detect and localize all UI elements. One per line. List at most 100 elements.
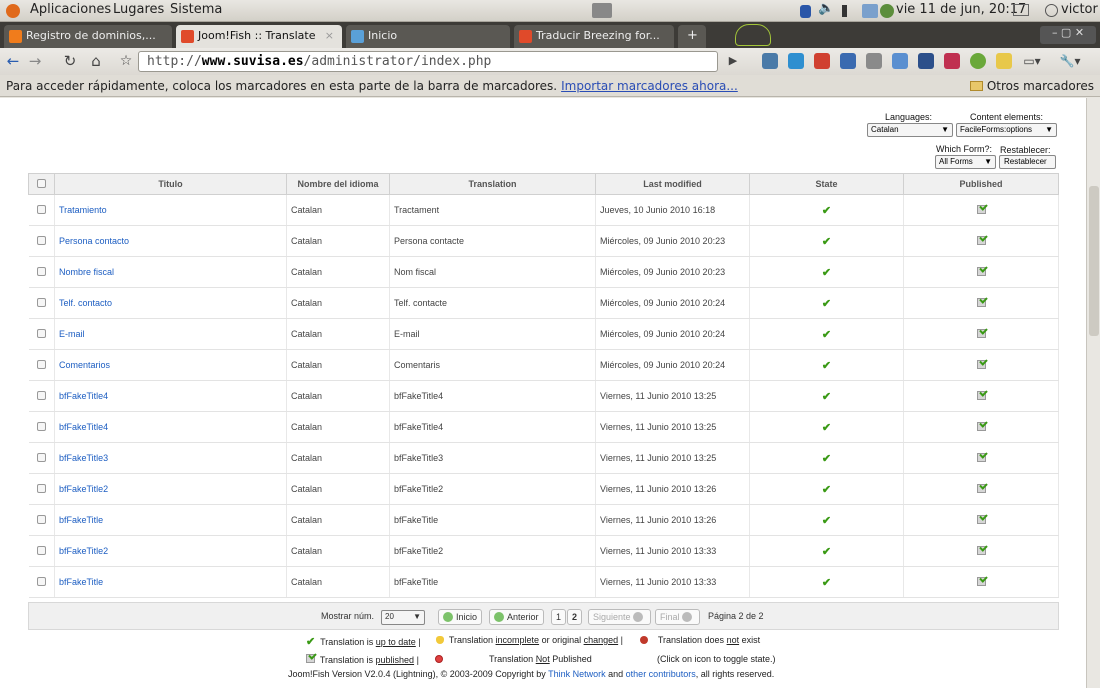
- col-title[interactable]: Titulo: [54, 173, 287, 195]
- close-tab-icon[interactable]: ×: [325, 29, 334, 42]
- network-signal-icon[interactable]: [842, 5, 858, 17]
- row-checkbox[interactable]: [36, 297, 46, 307]
- mail-extension-icon[interactable]: [866, 53, 882, 69]
- update-icon[interactable]: [880, 4, 894, 18]
- published-icon[interactable]: [976, 421, 986, 431]
- pdf-extension-icon[interactable]: [814, 53, 830, 69]
- bluetooth-icon[interactable]: [800, 5, 811, 18]
- menu-places[interactable]: Lugares: [113, 2, 164, 17]
- translate-extension-icon[interactable]: [892, 53, 908, 69]
- title-link[interactable]: Nombre fiscal: [59, 267, 114, 277]
- last-page-button[interactable]: Final: [655, 609, 701, 625]
- title-link[interactable]: bfFakeTitle: [59, 577, 103, 587]
- wrench-menu-icon[interactable]: 🔧▾: [1050, 52, 1090, 72]
- row-checkbox[interactable]: [36, 452, 46, 462]
- up-to-date-checkmark-icon[interactable]: ✔: [822, 515, 831, 527]
- extension-icon[interactable]: [970, 53, 986, 69]
- page-1-button[interactable]: 1: [551, 609, 567, 625]
- row-checkbox[interactable]: [36, 235, 46, 245]
- tab-inicio[interactable]: Inicio: [346, 25, 510, 48]
- title-link[interactable]: Tratamiento: [59, 205, 107, 215]
- up-to-date-checkmark-icon[interactable]: ✔: [822, 453, 831, 465]
- up-to-date-checkmark-icon[interactable]: ✔: [822, 422, 831, 434]
- row-checkbox[interactable]: [36, 390, 46, 400]
- vertical-scrollbar[interactable]: [1086, 98, 1100, 688]
- published-icon[interactable]: [976, 452, 986, 462]
- row-checkbox[interactable]: [36, 545, 46, 555]
- row-checkbox[interactable]: [36, 483, 46, 493]
- page-2-button[interactable]: 2: [567, 609, 583, 625]
- languages-select[interactable]: Catalan ▼: [867, 123, 953, 137]
- col-state[interactable]: State: [749, 173, 904, 195]
- row-checkbox[interactable]: [36, 421, 46, 431]
- published-icon[interactable]: [976, 204, 986, 214]
- screenshot-applet-icon[interactable]: [592, 3, 612, 18]
- row-checkbox[interactable]: [36, 328, 46, 338]
- up-to-date-checkmark-icon[interactable]: ✔: [822, 267, 831, 279]
- published-icon[interactable]: [976, 359, 986, 369]
- page-menu-icon[interactable]: ▭▾: [1020, 52, 1044, 72]
- published-icon[interactable]: [976, 297, 986, 307]
- home-icon[interactable]: ⌂: [86, 52, 106, 72]
- volume-icon[interactable]: 🔈: [818, 1, 834, 16]
- up-to-date-checkmark-icon[interactable]: ✔: [822, 205, 831, 217]
- menu-applications[interactable]: Aplicaciones: [30, 2, 111, 17]
- title-link[interactable]: Telf. contacto: [59, 298, 112, 308]
- which-form-select[interactable]: All Forms ▼: [935, 155, 996, 169]
- scrollbar-thumb[interactable]: [1089, 186, 1099, 336]
- published-icon[interactable]: [976, 514, 986, 524]
- mail-icon[interactable]: [1013, 4, 1029, 16]
- next-page-button[interactable]: Siguiente: [588, 609, 652, 625]
- reset-button[interactable]: Restablecer: [999, 155, 1056, 169]
- new-tab-button[interactable]: +: [678, 25, 706, 48]
- published-icon[interactable]: [976, 545, 986, 555]
- up-to-date-checkmark-icon[interactable]: ✔: [822, 329, 831, 341]
- up-to-date-checkmark-icon[interactable]: ✔: [822, 391, 831, 403]
- title-link[interactable]: bfFakeTitle4: [59, 422, 108, 432]
- title-link[interactable]: E-mail: [59, 329, 85, 339]
- clock[interactable]: vie 11 de jun, 20:17: [896, 2, 1026, 17]
- extension-icon[interactable]: [840, 53, 856, 69]
- think-network-link[interactable]: Think Network: [548, 669, 606, 679]
- reload-icon[interactable]: ↻: [60, 52, 80, 72]
- col-language[interactable]: Nombre del idioma: [286, 173, 390, 195]
- up-to-date-checkmark-icon[interactable]: ✔: [822, 236, 831, 248]
- up-to-date-checkmark-icon[interactable]: ✔: [822, 484, 831, 496]
- other-contributors-link[interactable]: other contributors: [626, 669, 696, 679]
- row-checkbox[interactable]: [36, 204, 46, 214]
- bookmark-star-icon[interactable]: ☆: [117, 52, 135, 72]
- forward-icon[interactable]: →: [26, 52, 44, 72]
- title-link[interactable]: bfFakeTitle2: [59, 484, 108, 494]
- row-checkbox[interactable]: [36, 514, 46, 524]
- power-icon[interactable]: [1045, 4, 1058, 17]
- title-link[interactable]: bfFakeTitle3: [59, 453, 108, 463]
- title-link[interactable]: Persona contacto: [59, 236, 129, 246]
- menu-system[interactable]: Sistema: [170, 2, 222, 17]
- row-checkbox[interactable]: [36, 576, 46, 586]
- extension-icon[interactable]: [944, 53, 960, 69]
- row-checkbox[interactable]: [36, 266, 46, 276]
- up-to-date-checkmark-icon[interactable]: ✔: [822, 577, 831, 589]
- tab-registro[interactable]: Registro de dominios,...: [4, 25, 172, 48]
- back-icon[interactable]: ←: [4, 52, 22, 72]
- up-to-date-checkmark-icon[interactable]: ✔: [822, 360, 831, 372]
- prev-page-button[interactable]: Anterior: [489, 609, 544, 625]
- tab-joomfish[interactable]: Joom!Fish :: Translate ×: [176, 25, 342, 48]
- col-published[interactable]: Published: [903, 173, 1059, 195]
- published-icon[interactable]: [976, 328, 986, 338]
- title-link[interactable]: Comentarios: [59, 360, 110, 370]
- content-elements-select[interactable]: FacileForms:options ▼: [956, 123, 1057, 137]
- title-link[interactable]: bfFakeTitle2: [59, 546, 108, 556]
- show-count-select[interactable]: 20 ▼: [381, 610, 425, 625]
- up-to-date-checkmark-icon[interactable]: ✔: [822, 546, 831, 558]
- select-all-checkbox[interactable]: [37, 178, 46, 188]
- address-bar[interactable]: http://www.suvisa.es/administrator/index…: [138, 51, 718, 72]
- col-translation[interactable]: Translation: [389, 173, 596, 195]
- col-last-modified[interactable]: Last modified: [595, 173, 750, 195]
- up-to-date-checkmark-icon[interactable]: ✔: [822, 298, 831, 310]
- user-name[interactable]: victor: [1061, 2, 1098, 17]
- extension-icon[interactable]: [996, 53, 1012, 69]
- display-icon[interactable]: [862, 4, 878, 18]
- published-icon[interactable]: [976, 266, 986, 276]
- published-icon[interactable]: [976, 390, 986, 400]
